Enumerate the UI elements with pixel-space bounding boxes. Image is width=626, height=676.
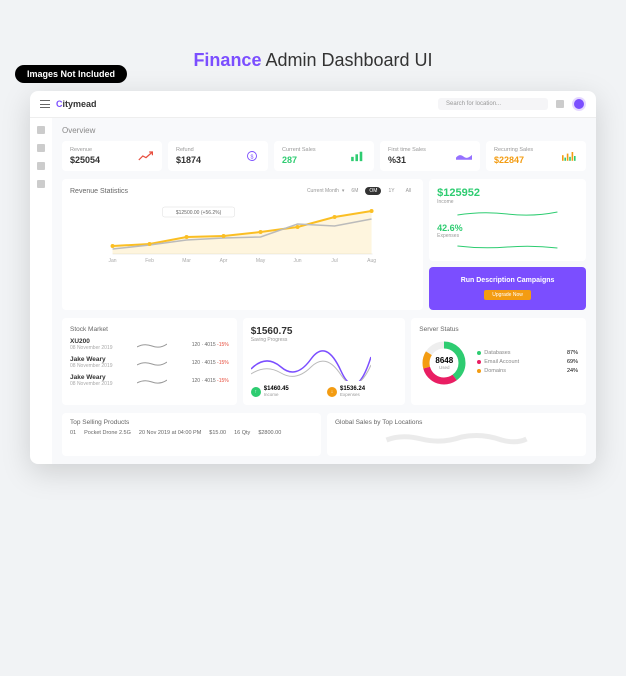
sidebar-item-reports[interactable] [37, 162, 45, 170]
search-input[interactable]: Search for location... [438, 98, 548, 110]
world-map-icon [335, 430, 578, 448]
svg-text:$: $ [251, 154, 254, 160]
watermark-badge: Images Not Included [15, 65, 127, 83]
mini-bars-icon [562, 150, 578, 162]
bars-icon [350, 150, 366, 162]
legend-item: Databases87% [477, 350, 578, 356]
logo: Citymead [56, 99, 97, 109]
header: Citymead Search for location... [30, 91, 596, 118]
legend-item: Domains24% [477, 368, 578, 374]
range-all[interactable]: All [402, 187, 416, 195]
expense-sparkline [437, 243, 578, 251]
svg-text:Apr: Apr [220, 258, 228, 264]
saving-chart [251, 349, 371, 381]
avatar[interactable] [572, 97, 586, 111]
sidebar-item-settings[interactable] [37, 180, 45, 188]
income-sparkline [437, 209, 578, 217]
wave-icon [456, 150, 472, 162]
income-card: $125952 Income 42.6% Expenses [429, 179, 586, 261]
income-value: $125952 [437, 187, 578, 199]
svg-text:Mar: Mar [182, 258, 191, 264]
server-donut-chart: 8648Used [419, 338, 469, 388]
top-products-card: Top Selling Products 01 Pocket Drone 2.5… [62, 413, 321, 456]
svg-text:Aug: Aug [367, 258, 376, 264]
upgrade-button[interactable]: Upgrade Now [484, 290, 531, 300]
stat-cards-row: Revenue$25054 Refund$1874 $ Current Sale… [62, 141, 586, 171]
menu-icon[interactable] [40, 100, 50, 108]
promo-card: Run Description Campaigns Upgrade Now [429, 267, 586, 310]
range-1y[interactable]: 1Y [384, 187, 398, 195]
stat-recurring[interactable]: Recurring Sales$22847 [486, 141, 586, 171]
promo-title: Run Description Campaigns [439, 277, 576, 284]
svg-text:May: May [256, 258, 266, 264]
table-row[interactable]: 01 Pocket Drone 2.5G 20 Nov 2019 at 04:0… [70, 430, 313, 436]
main-content: Overview Revenue$25054 Refund$1874 $ Cur… [52, 118, 596, 464]
saving-card: $1560.75 Saving Progress ↑ $1460.45Incom… [243, 318, 406, 405]
svg-text:$12500.00 (+56.2%): $12500.00 (+56.2%) [176, 210, 222, 216]
sidebar [30, 118, 52, 464]
coin-icon: $ [244, 150, 260, 162]
range-6m[interactable]: 6M [347, 187, 362, 195]
stat-current-sales[interactable]: Current Sales287 [274, 141, 374, 171]
svg-text:Jan: Jan [109, 258, 117, 264]
svg-text:Jul: Jul [331, 258, 337, 264]
saving-income: ↑ $1460.45Income [251, 386, 321, 397]
trend-up-icon [138, 150, 154, 162]
sidebar-item-users[interactable] [37, 144, 45, 152]
revenue-title: Revenue Statistics [70, 188, 128, 195]
stat-refund[interactable]: Refund$1874 $ [168, 141, 268, 171]
saving-expense: ↓ $1536.24Expenses [327, 386, 397, 397]
dashboard-container: Citymead Search for location... Overview… [30, 91, 596, 464]
overview-title: Overview [62, 126, 586, 135]
global-sales-card: Global Sales by Top Locations [327, 413, 586, 456]
revenue-line-chart: $12500.00 (+56.2%) Jan Feb Mar Apr May Jun Jul… [70, 199, 415, 264]
server-status-card: Server Status 8648Used Databases87%Emai [411, 318, 586, 405]
svg-text:Feb: Feb [145, 258, 154, 264]
stock-market-card: Stock Market XU20008 November 2019120 · … [62, 318, 237, 405]
sidebar-item-home[interactable] [37, 126, 45, 134]
range-om[interactable]: OM [365, 187, 381, 195]
revenue-chart-card: Revenue Statistics Current Month▾ 6M OM … [62, 179, 423, 310]
svg-text:Jun: Jun [294, 258, 302, 264]
stock-row[interactable]: Jake Weary08 November 2019120 · 4015 -15… [70, 356, 229, 369]
legend-item: Email Account69% [477, 359, 578, 365]
stock-row[interactable]: XU20008 November 2019120 · 4015 -15% [70, 338, 229, 351]
month-dropdown[interactable]: Current Month [307, 188, 339, 194]
stock-row[interactable]: Jake Weary08 November 2019120 · 4015 -15… [70, 374, 229, 387]
stat-revenue[interactable]: Revenue$25054 [62, 141, 162, 171]
stat-first-time[interactable]: First time Sales%31 [380, 141, 480, 171]
settings-icon[interactable] [556, 100, 564, 108]
